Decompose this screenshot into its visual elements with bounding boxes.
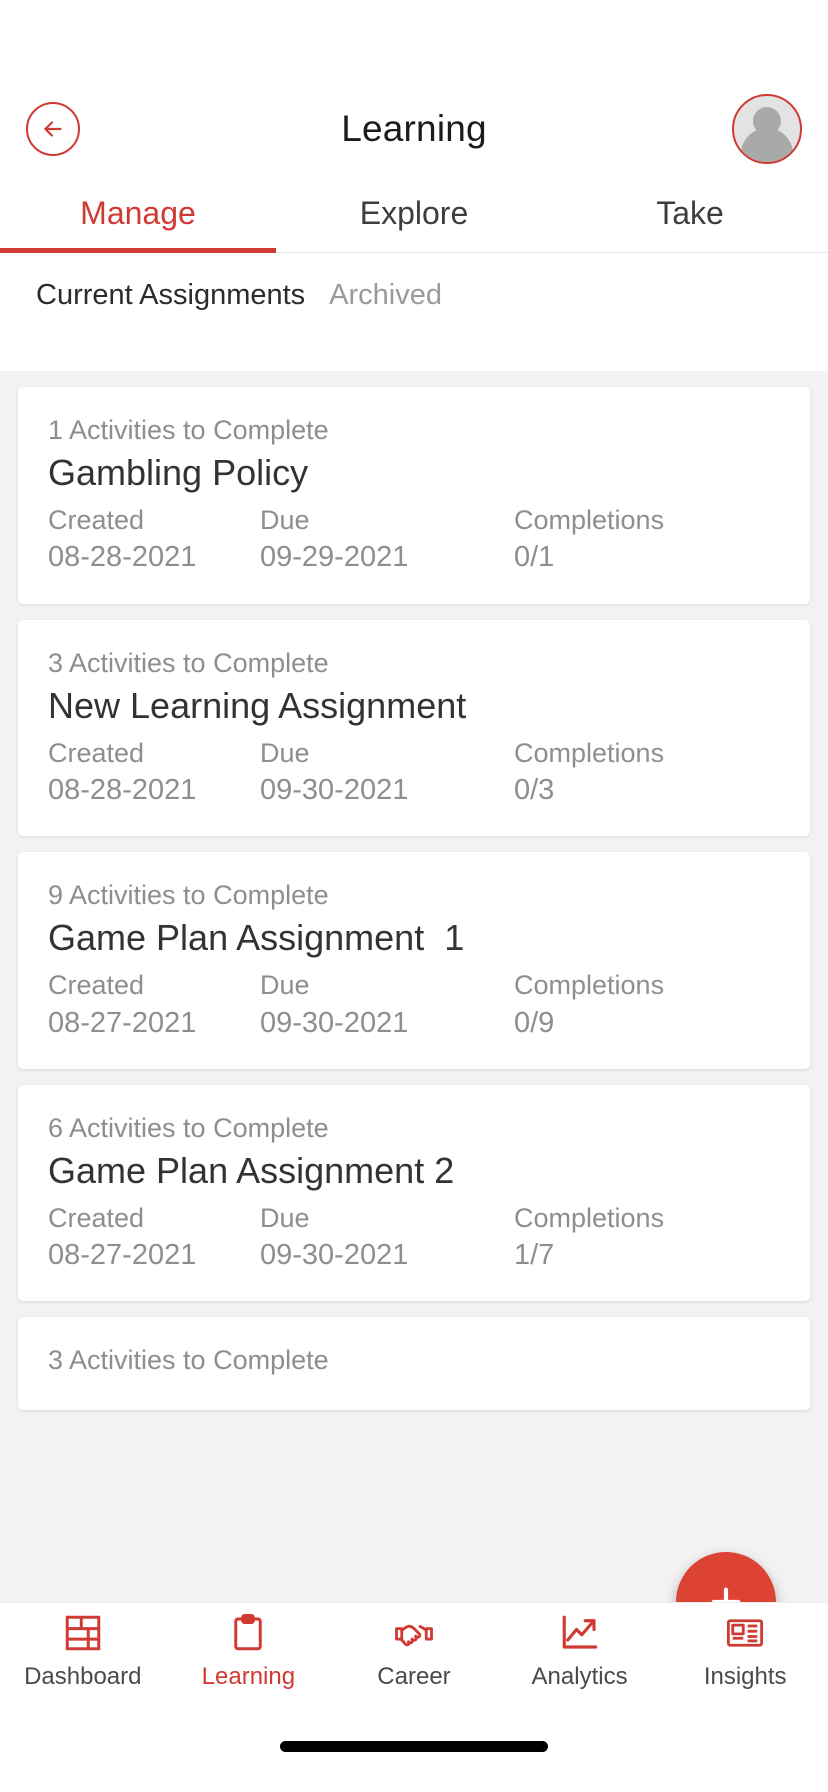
back-button[interactable] <box>26 102 80 156</box>
assignment-card[interactable]: 3 Activities to Complete <box>18 1317 810 1411</box>
meta-created-label: Created <box>48 1202 145 1233</box>
nav-label-analytics: Analytics <box>531 1663 628 1690</box>
meta-completions: Completions 0/9 <box>514 967 664 1043</box>
meta-due: Due 09-30-2021 <box>260 735 514 811</box>
meta-created-value: 08-27-2021 <box>48 1239 197 1272</box>
tab-explore-label: Explore <box>359 195 469 231</box>
assignment-meta: Created 08-27-2021 Due 09-30-2021 Comple… <box>48 1200 780 1276</box>
assignment-card[interactable]: 9 Activities to Complete Game Plan Assig… <box>18 852 810 1069</box>
home-indicator-bar <box>0 1700 828 1792</box>
meta-created: Created 08-27-2021 <box>48 967 260 1043</box>
assignment-card[interactable]: 3 Activities to Complete New Learning As… <box>18 619 810 837</box>
tab-take-label: Take <box>656 195 724 231</box>
assignment-title: Gambling Policy <box>48 452 309 493</box>
nav-item-career[interactable]: Career <box>331 1612 497 1691</box>
activities-count: 1 Activities to Complete <box>48 415 329 445</box>
meta-due-value: 09-29-2021 <box>260 541 409 574</box>
assignment-title: Game Plan Assignment 2 <box>48 1149 455 1191</box>
meta-due-value: 09-30-2021 <box>260 1006 409 1039</box>
meta-completions-label: Completions <box>514 970 665 1001</box>
avatar-body-icon <box>741 128 793 162</box>
nav-item-analytics[interactable]: Analytics <box>497 1612 663 1691</box>
app-header: Learning <box>0 85 828 173</box>
meta-created-label: Created <box>48 737 145 768</box>
meta-created-value: 08-28-2021 <box>48 541 197 574</box>
meta-due-value: 09-30-2021 <box>260 1239 409 1272</box>
meta-due: Due 09-30-2021 <box>260 967 514 1043</box>
activities-count: 6 Activities to Complete <box>48 1112 329 1143</box>
assignment-title: New Learning Assignment <box>48 684 467 726</box>
meta-completions: Completions 0/1 <box>514 502 664 578</box>
meta-completions-value: 1/7 <box>514 1239 555 1272</box>
meta-completions-label: Completions <box>514 1202 665 1233</box>
home-indicator[interactable] <box>280 1740 548 1752</box>
page-title: Learning <box>341 108 487 149</box>
meta-due: Due 09-30-2021 <box>260 1200 514 1276</box>
meta-completions: Completions 0/3 <box>514 735 664 811</box>
main-tabs: Manage Explore Take <box>0 173 828 253</box>
assignment-card[interactable]: 6 Activities to Complete Game Plan Assig… <box>18 1084 810 1302</box>
subtab-archived[interactable]: Archived <box>329 279 442 312</box>
handshake-icon <box>395 1624 433 1647</box>
meta-created: Created 08-28-2021 <box>48 735 260 811</box>
nav-item-learning[interactable]: Learning <box>166 1612 332 1691</box>
meta-completions-value: 0/3 <box>514 774 555 807</box>
meta-completions: Completions 1/7 <box>514 1200 664 1276</box>
assignment-meta: Created 08-28-2021 Due 09-30-2021 Comple… <box>48 735 780 811</box>
meta-completions-label: Completions <box>514 505 665 535</box>
meta-created: Created 08-28-2021 <box>48 502 260 578</box>
nav-label-learning: Learning <box>201 1663 296 1690</box>
meta-completions-value: 0/1 <box>514 541 555 574</box>
assignment-list[interactable]: 1 Activities to Complete Gambling Policy… <box>0 371 828 1602</box>
meta-created-value: 08-28-2021 <box>48 774 197 807</box>
activities-count: 3 Activities to Complete <box>48 1345 329 1376</box>
meta-due-label: Due <box>260 970 310 1001</box>
nav-label-dashboard: Dashboard <box>24 1663 142 1690</box>
assignment-meta: Created 08-28-2021 Due 09-29-2021 Comple… <box>48 502 780 578</box>
status-bar <box>0 0 828 85</box>
clipboard-icon <box>234 1614 263 1651</box>
arrow-left-icon <box>44 121 62 137</box>
dashboard-grid-icon <box>65 1615 101 1651</box>
sub-tabs: Current Assignments Archived <box>0 253 828 334</box>
meta-completions-label: Completions <box>514 737 665 768</box>
activities-count: 3 Activities to Complete <box>48 647 329 678</box>
assignment-title: Game Plan Assignment 1 <box>48 917 465 959</box>
line-chart-icon <box>562 1615 597 1649</box>
assignment-meta: Created 08-27-2021 Due 09-30-2021 Comple… <box>48 967 780 1043</box>
meta-due-label: Due <box>260 737 310 768</box>
meta-due-label: Due <box>260 505 310 535</box>
tab-manage-label: Manage <box>80 195 196 231</box>
subtab-current-assignments[interactable]: Current Assignments <box>36 279 305 312</box>
meta-due-value: 09-30-2021 <box>260 774 409 807</box>
tab-explore[interactable]: Explore <box>276 173 552 252</box>
newspaper-icon <box>727 1619 764 1647</box>
meta-due: Due 09-29-2021 <box>260 502 514 578</box>
nav-item-insights[interactable]: Insights <box>662 1612 828 1691</box>
avatar[interactable] <box>732 94 802 164</box>
meta-created: Created 08-27-2021 <box>48 1200 260 1276</box>
meta-created-label: Created <box>48 970 145 1001</box>
nav-label-career: Career <box>377 1663 451 1690</box>
activities-count: 9 Activities to Complete <box>48 880 329 911</box>
meta-created-label: Created <box>48 505 145 535</box>
meta-due-label: Due <box>260 1202 310 1233</box>
nav-label-insights: Insights <box>703 1663 787 1690</box>
meta-created-value: 08-27-2021 <box>48 1006 197 1039</box>
meta-completions-value: 0/9 <box>514 1006 555 1039</box>
bottom-navigation: Dashboard Learning Career Analytics Insi… <box>0 1602 828 1700</box>
assignment-card[interactable]: 1 Activities to Complete Gambling Policy… <box>18 387 810 604</box>
tab-manage[interactable]: Manage <box>0 173 276 253</box>
nav-item-dashboard[interactable]: Dashboard <box>0 1612 166 1691</box>
tab-take[interactable]: Take <box>552 173 828 252</box>
